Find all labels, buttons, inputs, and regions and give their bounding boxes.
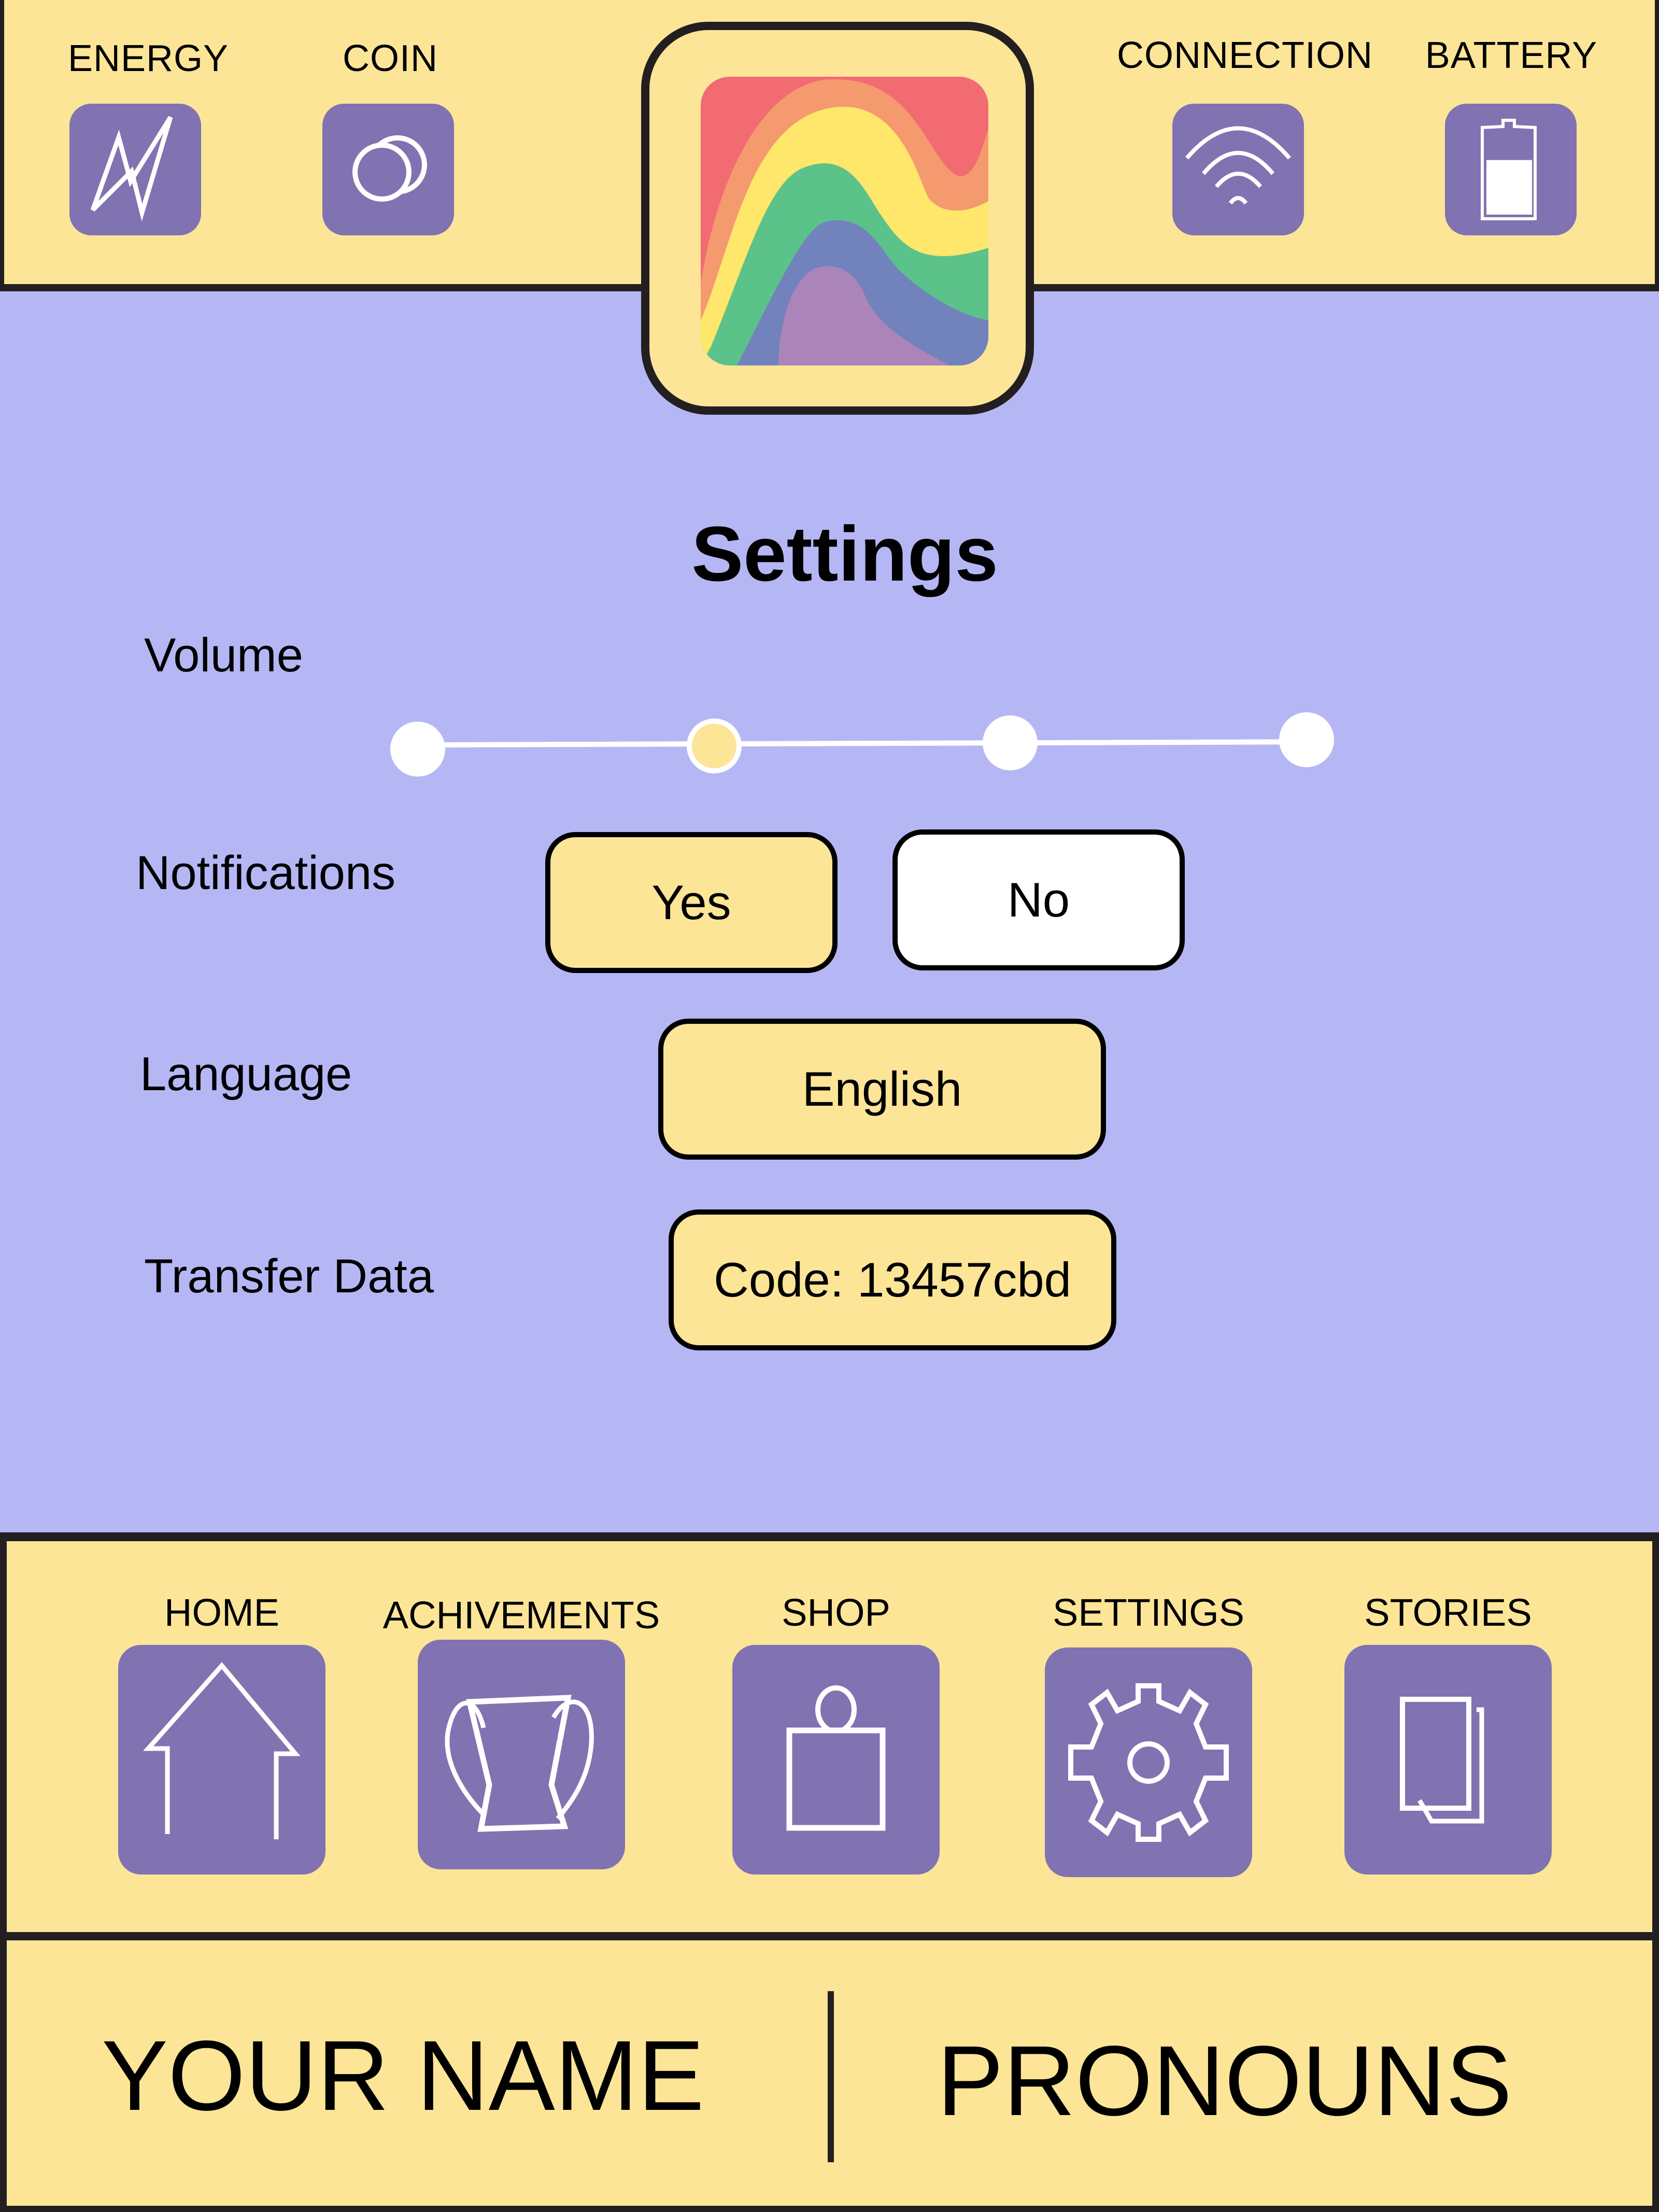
nav-label-home: HOME: [164, 1591, 279, 1634]
battery-button[interactable]: [1445, 104, 1577, 235]
volume-step-2[interactable]: [686, 718, 742, 773]
battery-level-fill: [1486, 160, 1532, 215]
battery-label: BATTERY: [1425, 35, 1598, 76]
coins-icon: [352, 135, 427, 202]
nav-shop-tile[interactable]: [732, 1645, 940, 1875]
settings-panel: Settings Volume Notifications Yes No Lan…: [0, 291, 1659, 1532]
wifi-icon: [1185, 126, 1292, 205]
lightning-bolt-icon: [90, 116, 173, 222]
profile-name[interactable]: YOUR NAME: [102, 2018, 704, 2133]
nav-item-achievements[interactable]: ACHIVEMENTS: [383, 1541, 660, 1932]
battery-icon: [1481, 119, 1537, 220]
bottom-navigation: HOME ACHIVEMENTS SHOP SETTINGS STORIES: [0, 1532, 1659, 1940]
app-logo-frame[interactable]: [641, 22, 1034, 415]
footer-divider: [828, 1991, 834, 2162]
nav-item-stories[interactable]: STORIES: [1339, 1541, 1557, 1932]
nav-label-shop: SHOP: [782, 1591, 890, 1634]
volume-step-1[interactable]: [390, 722, 445, 777]
coin-label: COIN: [343, 38, 438, 79]
volume-step-4[interactable]: [1279, 712, 1334, 767]
nav-home-tile[interactable]: [118, 1645, 325, 1875]
volume-step-3[interactable]: [983, 715, 1038, 770]
language-select-button[interactable]: English: [658, 1019, 1106, 1160]
energy-label: ENERGY: [67, 38, 229, 79]
notifications-label: Notifications: [136, 847, 396, 899]
notifications-no-button[interactable]: No: [892, 829, 1185, 970]
language-label: Language: [140, 1048, 352, 1101]
volume-slider-track[interactable]: [417, 739, 1308, 748]
nav-item-shop[interactable]: SHOP: [727, 1541, 945, 1932]
nav-label-stories: STORIES: [1364, 1591, 1532, 1634]
nav-achievements-tile[interactable]: [418, 1640, 625, 1869]
profile-footer: YOUR NAME PRONOUNS: [0, 1940, 1659, 2212]
nav-label-settings: SETTINGS: [1052, 1591, 1245, 1634]
volume-label: Volume: [144, 629, 303, 682]
profile-pronouns[interactable]: PRONOUNS: [937, 2023, 1512, 2138]
pages-icon: [1400, 1697, 1484, 1824]
nav-item-settings[interactable]: SETTINGS: [1040, 1541, 1257, 1932]
rainbow-waves-logo: [701, 77, 988, 365]
coin-button[interactable]: [322, 104, 454, 235]
gear-icon: [1068, 1683, 1229, 1842]
connection-button[interactable]: [1172, 104, 1304, 235]
nav-stories-tile[interactable]: [1344, 1645, 1552, 1875]
transfer-code-button[interactable]: Code: 13457cbd: [669, 1209, 1116, 1350]
nav-settings-tile[interactable]: [1045, 1647, 1252, 1877]
energy-button[interactable]: [69, 104, 201, 235]
transfer-data-label: Transfer Data: [144, 1250, 434, 1303]
notifications-yes-button[interactable]: Yes: [545, 832, 838, 973]
nav-item-home[interactable]: HOME: [113, 1541, 331, 1932]
shopping-bag-icon: [786, 1685, 886, 1831]
page-title: Settings: [691, 510, 998, 597]
nav-label-achievements: ACHIVEMENTS: [382, 1594, 660, 1637]
connection-label: CONNECTION: [1117, 35, 1373, 76]
home-icon: [143, 1662, 301, 1839]
trophy-icon: [445, 1695, 594, 1832]
